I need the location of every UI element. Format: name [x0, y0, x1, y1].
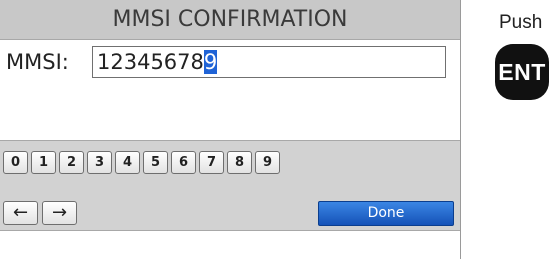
mmsi-value-text: 12345678 — [97, 50, 204, 74]
key-5[interactable]: 5 — [143, 151, 168, 174]
key-2[interactable]: 2 — [59, 151, 84, 174]
software-keypad: 0 1 2 3 4 5 6 7 8 9 ← → Done — [0, 140, 460, 231]
radio-screen: MMSI CONFIRMATION MMSI: 123456789 0 1 2 … — [0, 0, 461, 259]
push-instruction: Push — [499, 12, 543, 33]
key-0[interactable]: 0 — [3, 151, 28, 174]
left-arrow-button[interactable]: ← — [3, 201, 38, 225]
key-4[interactable]: 4 — [115, 151, 140, 174]
key-1[interactable]: 1 — [31, 151, 56, 174]
ent-key-icon: ENT — [495, 44, 549, 100]
key-8[interactable]: 8 — [227, 151, 252, 174]
digit-keys: 0 1 2 3 4 5 6 7 8 9 — [3, 151, 280, 174]
mmsi-input[interactable]: 123456789 — [92, 46, 446, 78]
mmsi-cursor-digit: 9 — [203, 50, 218, 74]
key-7[interactable]: 7 — [199, 151, 224, 174]
mmsi-label: MMSI: — [6, 50, 69, 74]
screen-title: MMSI CONFIRMATION — [0, 0, 460, 40]
key-9[interactable]: 9 — [255, 151, 280, 174]
done-button[interactable]: Done — [318, 201, 454, 226]
key-6[interactable]: 6 — [171, 151, 196, 174]
right-arrow-button[interactable]: → — [42, 201, 77, 225]
cursor-keys: ← → — [3, 201, 77, 225]
key-3[interactable]: 3 — [87, 151, 112, 174]
